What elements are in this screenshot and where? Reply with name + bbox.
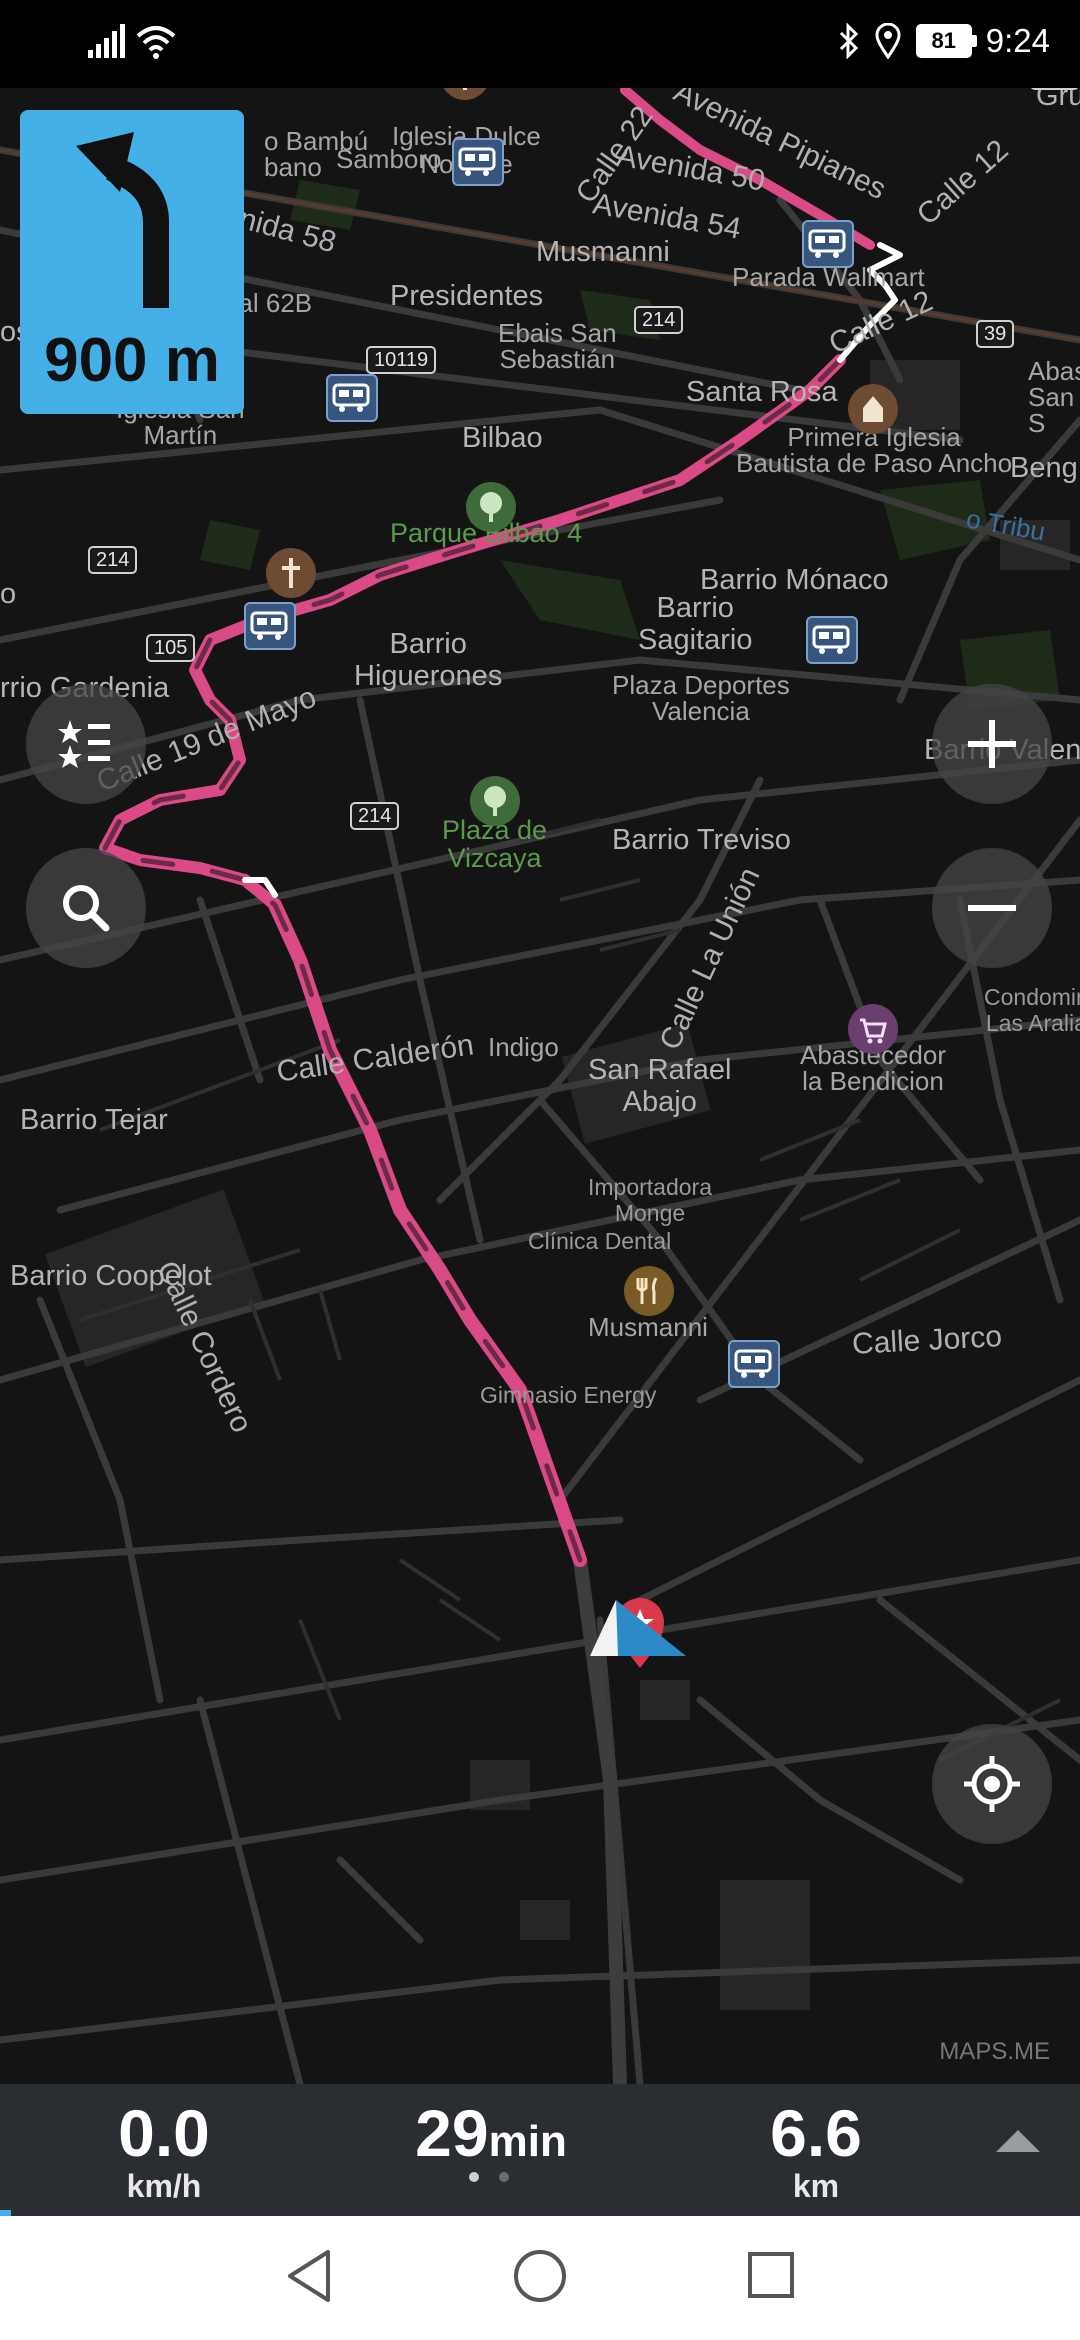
time-unit: min [488, 2117, 567, 2166]
clock: 9:24 [985, 22, 1050, 59]
bus-stop-icon[interactable] [452, 138, 504, 186]
label-musmanni-top: Musmanni [536, 236, 670, 268]
shop-icon[interactable] [848, 1004, 898, 1054]
wifi-icon [137, 26, 176, 59]
label-clinica: Clínica Dental [528, 1228, 672, 1254]
road-shield: 214 [88, 546, 138, 574]
my-location-icon [964, 1756, 1020, 1812]
expand-up-icon[interactable] [996, 2128, 1040, 2154]
park-icon[interactable] [470, 776, 520, 826]
bookmarks-icon [58, 720, 110, 768]
road-shield: 214 [634, 306, 684, 334]
speed-value: 0.0 [118, 2096, 210, 2170]
bus-stop-icon[interactable] [326, 374, 378, 422]
church-icon[interactable] [266, 548, 316, 598]
label-barrio-sagitario: Barrio Sagitario [638, 592, 753, 656]
label-santa-rosa: Santa Rosa [686, 376, 838, 408]
turn-instruction-card[interactable]: 900 m [20, 110, 244, 414]
label-o: o [0, 578, 17, 610]
road-shield: 39 [976, 320, 1015, 348]
navigation-info-bar[interactable]: 0.0 km/h 29min 6.6 km [0, 2084, 1080, 2214]
distance-metric: 6.6 km [736, 2098, 896, 2205]
page-indicator [469, 2172, 509, 2182]
turn-left-icon [76, 132, 169, 308]
label-samboro: Samboro [336, 144, 442, 174]
bookmarks-button[interactable] [26, 684, 146, 804]
label-beng: Beng [1010, 452, 1078, 484]
search-icon [63, 885, 110, 932]
my-location-button[interactable] [932, 1724, 1052, 1844]
speed-unit: km/h [126, 2168, 202, 2204]
park-icon[interactable] [466, 482, 516, 532]
label-plaza-deportes: Plaza Deportes Valencia [612, 670, 790, 726]
label-gimnasio: Gimnasio Energy [480, 1382, 657, 1408]
bus-stop-icon[interactable] [802, 220, 854, 268]
bluetooth-icon [839, 23, 858, 59]
search-button[interactable] [26, 848, 146, 968]
recents-icon[interactable] [746, 2248, 796, 2304]
label-barrio-tejar: Barrio Tejar [20, 1104, 168, 1136]
chapel-icon[interactable] [848, 384, 898, 434]
zoom-out-button[interactable] [932, 848, 1052, 968]
signal-icon [88, 24, 125, 58]
status-left [88, 24, 176, 65]
label-barrio-coopelot: Barrio Coopelot [10, 1260, 212, 1292]
label-importadora: Importadora Monge [588, 1174, 713, 1226]
time-value: 29 [415, 2096, 489, 2170]
label-abas: Abas San S [1028, 356, 1080, 438]
speed-metric: 0.0 km/h [84, 2098, 244, 2205]
label-presidentes: Presidentes [390, 280, 544, 312]
label-ebais: Ebais San Sebastián [498, 318, 617, 374]
home-icon[interactable] [512, 2248, 568, 2304]
bus-stop-icon[interactable] [244, 602, 296, 650]
label-barrio-higuerones: Barrio Higuerones [354, 628, 503, 692]
restaurant-icon[interactable] [624, 1266, 674, 1316]
minus-icon [968, 905, 1016, 911]
church-icon[interactable] [440, 88, 490, 100]
zoom-in-button[interactable] [932, 684, 1052, 804]
label-indigo: Indigo [488, 1032, 559, 1062]
status-bar: 81 9:24 [0, 0, 1080, 88]
road-shield: 214 [350, 802, 400, 830]
location-icon [875, 23, 901, 59]
label-condomin: Condomin Las Aralia [984, 984, 1080, 1036]
route-progress-bar [0, 2210, 1080, 2216]
label-san-rafael: San Rafael Abajo [588, 1054, 732, 1118]
bus-stop-icon[interactable] [806, 616, 858, 664]
road-shield: 105 [146, 634, 196, 662]
turn-distance: 900 m [44, 326, 220, 395]
status-right: 81 9:24 [838, 22, 1050, 60]
back-icon[interactable] [284, 2248, 334, 2304]
label-grup: Grup [1036, 88, 1080, 112]
label-bilbao: Bilbao [462, 422, 543, 454]
distance-value: 6.6 [770, 2096, 862, 2170]
battery-icon: 81 [915, 24, 977, 58]
label-barrio-treviso: Barrio Treviso [612, 824, 791, 856]
road-shield: 214 [1030, 88, 1080, 90]
plus-icon [968, 720, 1016, 768]
road-shield: 10119 [366, 346, 437, 374]
system-navigation-bar [0, 2216, 1080, 2340]
time-metric: 29min [384, 2098, 598, 2177]
distance-unit: km [792, 2168, 840, 2204]
map-attribution: MAPS.ME [939, 2038, 1050, 2065]
bus-stop-icon[interactable] [728, 1340, 780, 1388]
route-progress-fill [0, 2210, 11, 2216]
label-musmanni-bottom: Musmanni [588, 1312, 708, 1342]
